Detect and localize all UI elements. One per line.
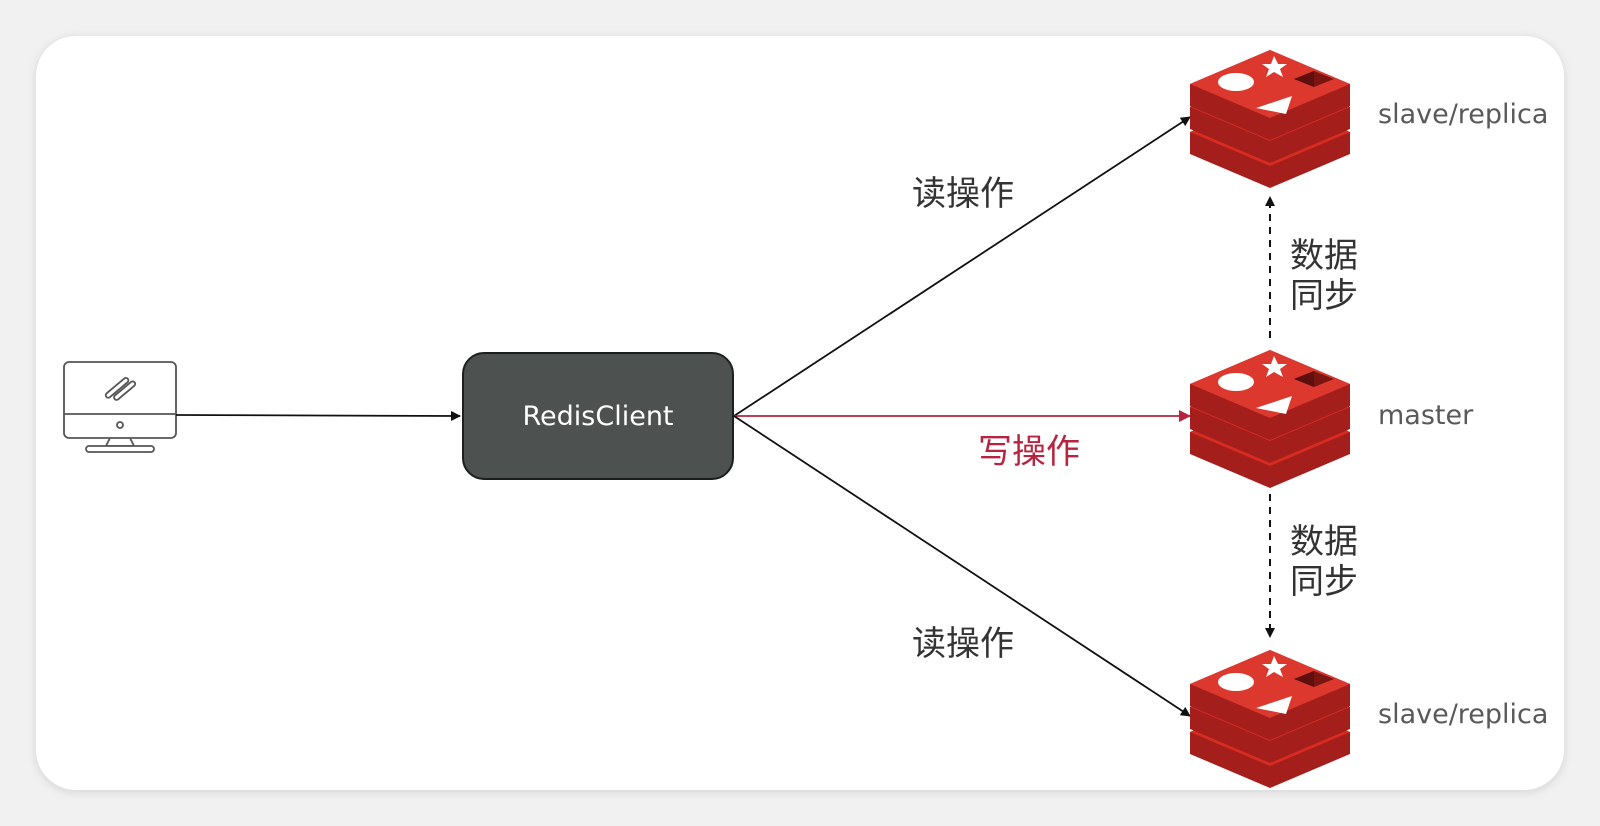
edge-read-bottom (733, 415, 1191, 717)
computer-icon (63, 361, 177, 453)
sync-label-top-line2: 同步 (1290, 276, 1358, 316)
sync-label-bottom-line2: 同步 (1290, 562, 1358, 602)
redis-logo-icon (1190, 350, 1350, 488)
edge-label-read-top: 读操作 (912, 174, 1014, 214)
diagram-svg (63, 50, 1350, 788)
node-label-bottom: slave/replica (1378, 699, 1549, 730)
edge-label-read-bottom: 读操作 (912, 624, 1014, 664)
node-label-top: slave/replica (1378, 99, 1549, 130)
edge-computer-to-client (175, 410, 461, 421)
redis-logo-icon (1190, 50, 1350, 188)
edge-read-top (733, 116, 1191, 417)
redis-logo-icon (1190, 650, 1350, 788)
node-label-middle: master (1378, 400, 1474, 431)
redis-client-box: RedisClient (462, 352, 734, 480)
sync-label-bottom-line1: 数据 (1290, 522, 1358, 562)
sync-label-bottom: 数据 同步 (1290, 522, 1370, 602)
redis-client-label: RedisClient (522, 400, 674, 432)
edge-label-write: 写操作 (978, 432, 1080, 472)
sync-label-top: 数据 同步 (1290, 236, 1370, 316)
sync-label-top-line1: 数据 (1290, 236, 1358, 276)
